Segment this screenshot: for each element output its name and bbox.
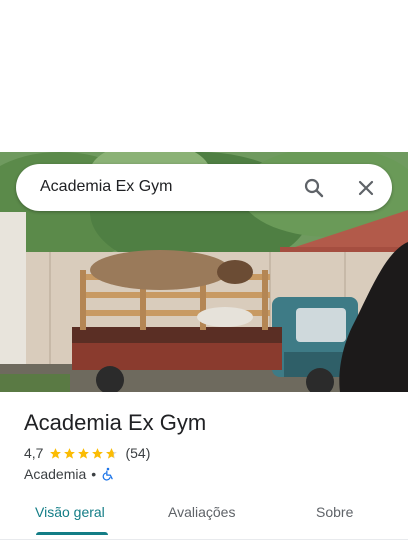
blank-header-area	[0, 0, 408, 152]
wheelchair-accessible-icon	[101, 467, 115, 481]
review-count[interactable]: (54)	[125, 445, 150, 461]
star-icon	[50, 447, 62, 459]
place-tabs: Visão geral Avaliações Sobre	[0, 496, 408, 540]
tab-about[interactable]: Sobre	[316, 504, 353, 520]
separator-dot: •	[91, 466, 97, 482]
rating-row[interactable]: 4,7 (54)	[24, 444, 150, 462]
star-icon	[78, 447, 90, 459]
search-icon[interactable]	[302, 176, 326, 200]
star-icon	[92, 447, 104, 459]
place-category: Academia	[24, 466, 87, 482]
tab-reviews[interactable]: Avaliações	[168, 504, 235, 520]
place-title: Academia Ex Gym	[24, 410, 207, 435]
search-query-text[interactable]: Academia Ex Gym	[40, 178, 172, 196]
star-icon	[64, 447, 76, 459]
star-half-icon	[106, 447, 118, 459]
star-rating	[49, 447, 119, 460]
rating-value: 4,7	[24, 445, 44, 461]
close-icon[interactable]	[354, 176, 378, 200]
tab-overview[interactable]: Visão geral	[35, 504, 105, 520]
active-tab-indicator	[36, 532, 108, 535]
category-row: Academia •	[24, 465, 115, 483]
tabs-divider	[0, 539, 408, 540]
search-bar[interactable]: Academia Ex Gym	[16, 164, 392, 211]
